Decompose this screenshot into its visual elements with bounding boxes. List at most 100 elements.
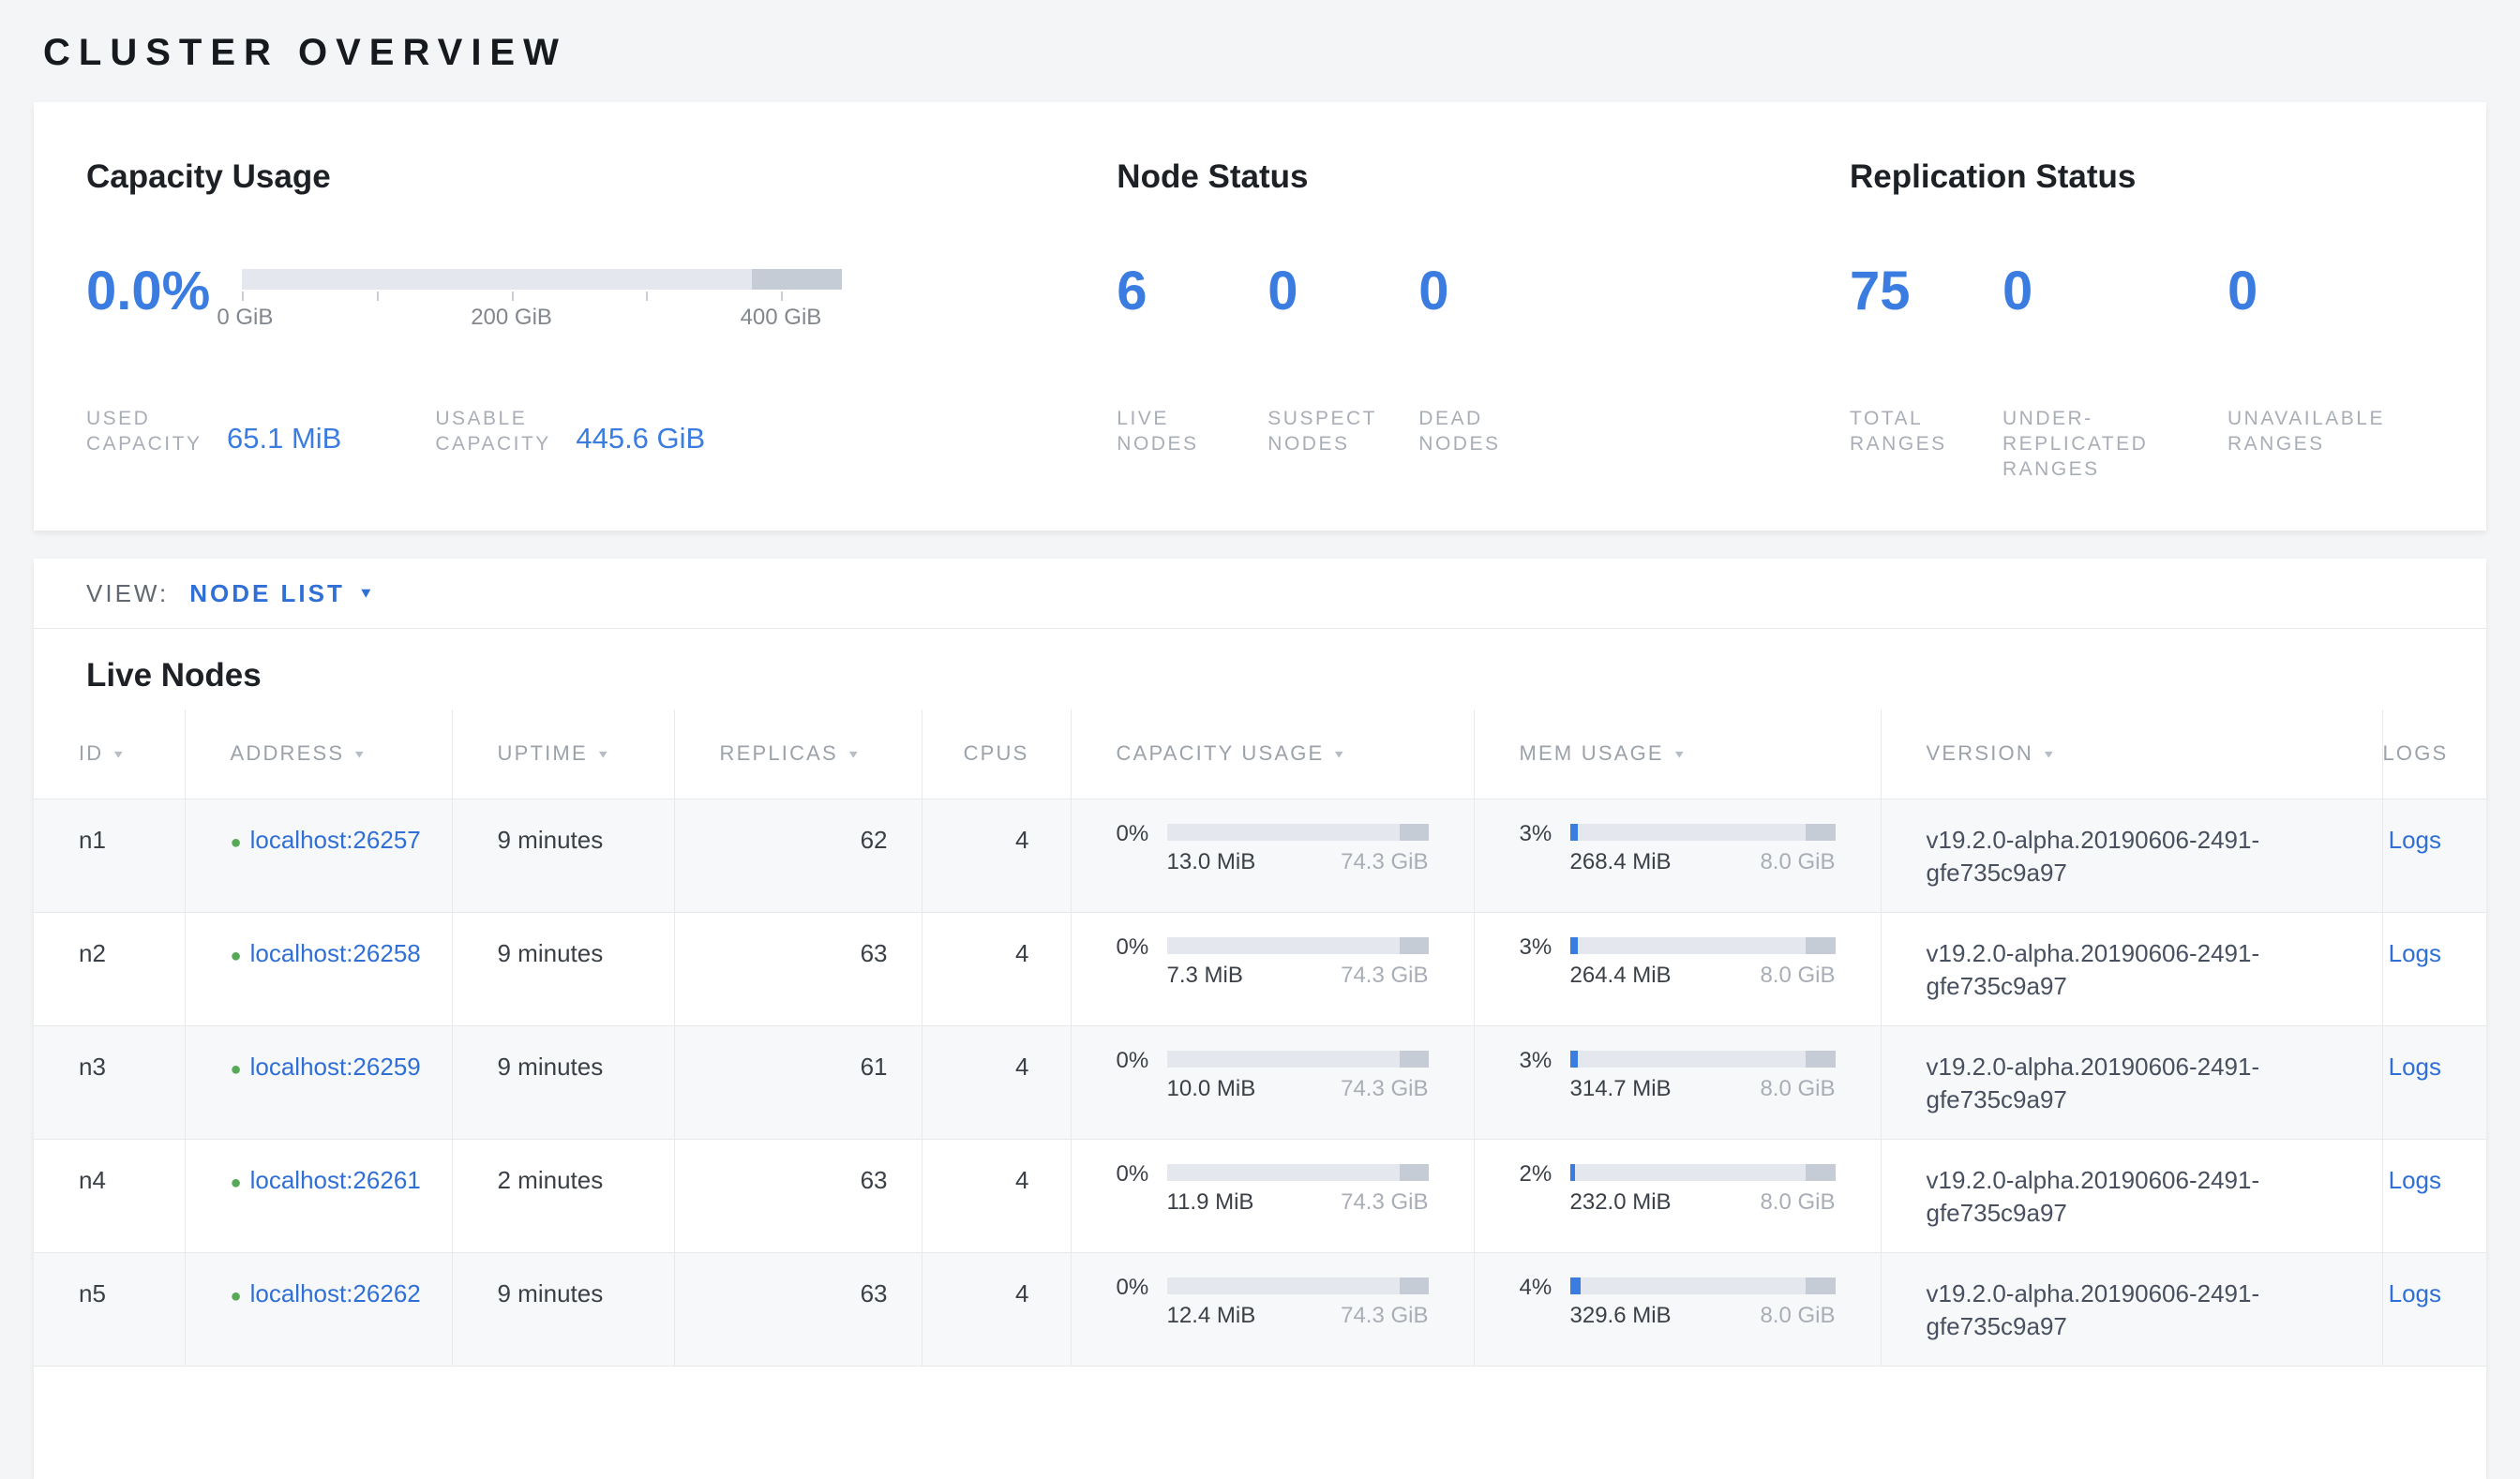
capacity-usage-section: Capacity Usage 0.0% 0 GiB 200 GiB — [86, 157, 1117, 482]
node-cpus-cell: 4 — [922, 1025, 1071, 1139]
node-logs-link[interactable]: Logs — [2389, 1053, 2441, 1081]
node-replicas-cell: 61 — [674, 1025, 922, 1139]
mem-percent: 3% — [1520, 937, 1570, 988]
capacity-percent: 0% — [1117, 824, 1167, 874]
capacity-percent: 0% — [1117, 1164, 1167, 1215]
suspect-nodes-count: 0 — [1268, 261, 1418, 351]
node-logs-link[interactable]: Logs — [2389, 1166, 2441, 1194]
capacity-percent: 0% — [1117, 1051, 1167, 1101]
column-label: LOGS — [2383, 741, 2449, 765]
page-title: CLUSTER OVERVIEW — [43, 32, 2486, 74]
capacity-total-value: 74.3 GiB — [1341, 850, 1428, 874]
view-selected-value: NODE LIST — [189, 579, 345, 608]
node-address-cell: ●localhost:26258 — [185, 912, 452, 1025]
node-cpus-cell: 4 — [922, 1252, 1071, 1366]
axis-tick — [512, 291, 514, 301]
mem-percent: 2% — [1520, 1164, 1570, 1215]
column-header-logs: LOGS — [2382, 710, 2486, 799]
node-logs-cell: Logs — [2382, 912, 2486, 1025]
node-address-cell: ●localhost:26262 — [185, 1252, 452, 1366]
node-address-link[interactable]: localhost:26262 — [250, 1279, 421, 1307]
under-replicated-ranges-stat: 0 UNDER-REPLICATED RANGES — [2002, 261, 2228, 482]
node-status-heading: Node Status — [1117, 157, 1850, 198]
node-logs-cell: Logs — [2382, 1025, 2486, 1139]
node-logs-cell: Logs — [2382, 799, 2486, 912]
node-address-link[interactable]: localhost:26261 — [250, 1166, 421, 1194]
column-header-address[interactable]: ADDRESS▼ — [185, 710, 452, 799]
column-header-uptime[interactable]: UPTIME▼ — [452, 710, 674, 799]
column-label: ID — [79, 741, 103, 765]
capacity-percent: 0% — [1117, 937, 1167, 988]
capacity-mini-bar-end-cap — [1400, 1277, 1429, 1294]
node-logs-link[interactable]: Logs — [2389, 1279, 2441, 1307]
node-mem-usage-cell: 2% 232.0 MiB 8.0 GiB — [1474, 1139, 1881, 1252]
axis-tick — [377, 291, 379, 301]
mem-mini-bar-fill — [1570, 937, 1578, 954]
column-header-id[interactable]: ID▼ — [34, 710, 185, 799]
column-header-capacity-usage[interactable]: CAPACITY USAGE▼ — [1071, 710, 1474, 799]
caret-down-icon: ▼ — [358, 585, 374, 602]
node-row: n2 ●localhost:26258 9 minutes 63 4 0% 7.… — [34, 912, 2486, 1025]
sort-icon: ▼ — [847, 748, 862, 761]
node-capacity-usage-cell: 0% 7.3 MiB 74.3 GiB — [1071, 912, 1474, 1025]
capacity-meter: 0% 10.0 MiB 74.3 GiB — [1117, 1051, 1474, 1101]
capacity-axis: 0 GiB 200 GiB 400 GiB — [242, 290, 842, 335]
capacity-used-value: 10.0 MiB — [1167, 1077, 1256, 1101]
capacity-mini-bar-end-cap — [1400, 1164, 1429, 1181]
node-address-link[interactable]: localhost:26258 — [250, 939, 421, 967]
node-cpus-cell: 4 — [922, 799, 1071, 912]
capacity-used-value: 11.9 MiB — [1167, 1190, 1254, 1215]
axis-label: 0 GiB — [217, 305, 273, 331]
mem-percent: 3% — [1520, 824, 1570, 874]
node-capacity-usage-cell: 0% 13.0 MiB 74.3 GiB — [1071, 799, 1474, 912]
column-header-cpus: CPUS — [922, 710, 1071, 799]
view-selector[interactable]: NODE LIST ▼ — [189, 579, 374, 608]
dead-nodes-stat: 0 DEAD NODES — [1418, 261, 1569, 456]
table-header-row: ID▼ ADDRESS▼ UPTIME▼ REPLICAS▼ CPUS CAPA… — [34, 710, 2486, 799]
node-address-link[interactable]: localhost:26259 — [250, 1053, 421, 1081]
node-uptime-cell: 9 minutes — [452, 1025, 674, 1139]
axis-tick — [646, 291, 648, 301]
node-logs-link[interactable]: Logs — [2389, 826, 2441, 854]
node-address-link[interactable]: localhost:26257 — [250, 826, 421, 854]
node-capacity-usage-cell: 0% 12.4 MiB 74.3 GiB — [1071, 1252, 1474, 1366]
node-address-cell: ●localhost:26257 — [185, 799, 452, 912]
node-id-cell: n4 — [34, 1139, 185, 1252]
node-logs-cell: Logs — [2382, 1139, 2486, 1252]
view-bar: VIEW: NODE LIST ▼ — [34, 559, 2486, 629]
capacity-total-value: 74.3 GiB — [1341, 964, 1428, 988]
capacity-used-percent: 0.0% — [86, 261, 210, 321]
node-logs-link[interactable]: Logs — [2389, 939, 2441, 967]
mem-used-value: 264.4 MiB — [1570, 964, 1672, 988]
node-cpus-cell: 4 — [922, 912, 1071, 1025]
mem-total-value: 8.0 GiB — [1760, 1304, 1835, 1328]
node-id-cell: n3 — [34, 1025, 185, 1139]
sort-icon: ▼ — [2042, 748, 2058, 761]
capacity-mini-bar-end-cap — [1400, 937, 1429, 954]
capacity-mini-bar — [1167, 1051, 1429, 1068]
total-ranges-count: 75 — [1850, 261, 2002, 351]
mem-mini-bar — [1570, 937, 1836, 954]
capacity-used-value: 7.3 MiB — [1167, 964, 1243, 988]
column-header-mem-usage[interactable]: MEM USAGE▼ — [1474, 710, 1881, 799]
live-nodes-heading: Live Nodes — [86, 655, 2486, 696]
axis-tick — [242, 291, 244, 301]
mem-used-value: 268.4 MiB — [1570, 850, 1672, 874]
node-uptime-cell: 2 minutes — [452, 1139, 674, 1252]
mem-mini-bar-end-cap — [1806, 1164, 1835, 1181]
capacity-mini-bar — [1167, 824, 1429, 841]
mem-meter: 4% 329.6 MiB 8.0 GiB — [1520, 1277, 1881, 1328]
capacity-total-value: 74.3 GiB — [1341, 1190, 1428, 1215]
capacity-mini-bar — [1167, 1164, 1429, 1181]
used-capacity-label: USED CAPACITY — [86, 406, 212, 456]
node-status-stats: 6 LIVE NODES 0 SUSPECT NODES 0 DEAD NODE… — [1117, 261, 1850, 456]
live-nodes-section: Live Nodes ID▼ ADDRESS▼ UPTIME▼ REPLICAS… — [34, 629, 2486, 1479]
suspect-nodes-stat: 0 SUSPECT NODES — [1268, 261, 1418, 456]
capacity-used-value: 12.4 MiB — [1167, 1304, 1256, 1328]
column-header-replicas[interactable]: REPLICAS▼ — [674, 710, 922, 799]
mem-total-value: 8.0 GiB — [1760, 1077, 1835, 1101]
column-header-version[interactable]: VERSION▼ — [1881, 710, 2382, 799]
mem-mini-bar — [1570, 1277, 1836, 1294]
node-status-section: Node Status 6 LIVE NODES 0 SUSPECT NODES… — [1117, 157, 1850, 482]
live-status-dot-icon: ● — [231, 1059, 242, 1080]
